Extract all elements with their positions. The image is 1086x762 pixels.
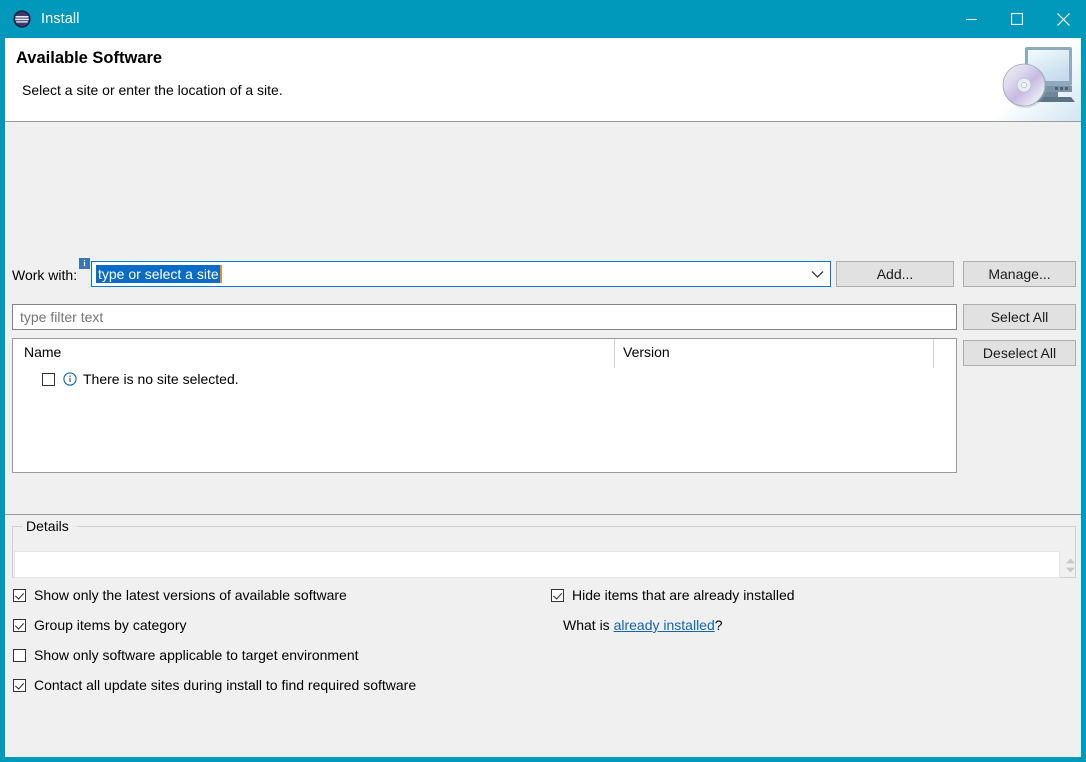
info-circle-icon — [63, 372, 77, 386]
manage-sites-button[interactable]: Manage... — [963, 261, 1076, 287]
window-title: Install — [41, 11, 80, 27]
already-installed-link[interactable]: already installed — [614, 617, 715, 633]
checkbox-label: Show only the latest versions of availab… — [34, 587, 347, 603]
what-is-already-installed: What is already installed? — [563, 617, 723, 633]
filter-placeholder: type filter text — [20, 309, 104, 325]
close-button[interactable] — [1040, 0, 1081, 38]
column-header-version[interactable]: Version — [623, 344, 670, 360]
details-text-area[interactable] — [14, 551, 1060, 578]
details-scroll-stepper[interactable] — [1063, 552, 1077, 578]
checkbox-group-by-category[interactable]: Group items by category — [13, 617, 187, 633]
checkbox-box[interactable] — [13, 648, 26, 662]
checkbox-label: Show only software applicable to target … — [34, 647, 359, 663]
what-is-prefix: What is — [563, 617, 614, 633]
add-site-button[interactable]: Add... — [836, 261, 954, 287]
deselect-all-button[interactable]: Deselect All — [963, 340, 1076, 366]
install-dialog: Install Available Software Select a site… — [0, 0, 1086, 762]
row-checkbox[interactable] — [42, 372, 55, 386]
select-all-button[interactable]: Select All — [963, 304, 1076, 330]
wizard-header: Available Software Select a site or ente… — [5, 38, 1081, 122]
available-software-table[interactable]: Name Version There is no site selected. — [12, 338, 957, 473]
window-controls — [948, 0, 1081, 38]
maximize-button[interactable] — [994, 0, 1040, 38]
details-group-border — [12, 526, 22, 527]
checkbox-box[interactable] — [13, 618, 26, 632]
row-name-text: There is no site selected. — [83, 371, 239, 387]
eclipse-icon — [13, 10, 31, 28]
title-bar: Install — [5, 0, 1081, 38]
checkbox-hide-already-installed[interactable]: Hide items that are already installed — [551, 587, 795, 603]
checkbox-box[interactable] — [13, 588, 26, 602]
checkbox-contact-all-update-sites[interactable]: Contact all update sites during install … — [13, 677, 416, 693]
install-monitor-cd-icon — [995, 38, 1081, 121]
work-with-combo[interactable]: type or select a site — [91, 261, 831, 287]
work-with-label: Work with: — [12, 267, 78, 283]
work-with-input-value[interactable]: type or select a site — [96, 265, 222, 283]
checkbox-box[interactable] — [13, 678, 26, 692]
page-subtitle: Select a site or enter the location of a… — [22, 82, 283, 98]
table-row[interactable]: There is no site selected. — [13, 368, 239, 390]
dialog-body: Work with: i type or select a site Add..… — [5, 122, 1081, 693]
info-badge-icon: i — [79, 258, 90, 269]
filter-input[interactable]: type filter text — [12, 304, 957, 330]
page-title: Available Software — [16, 49, 163, 67]
checkbox-label: Hide items that are already installed — [572, 587, 795, 603]
what-is-suffix: ? — [714, 617, 723, 633]
column-divider[interactable] — [933, 339, 934, 368]
checkbox-label: Group items by category — [34, 617, 187, 633]
checkbox-show-latest-versions[interactable]: Show only the latest versions of availab… — [13, 587, 347, 603]
details-group-border — [77, 526, 1076, 527]
checkbox-box[interactable] — [551, 588, 564, 602]
details-legend: Details — [23, 518, 72, 535]
checkbox-applicable-target-environment[interactable]: Show only software applicable to target … — [13, 647, 359, 663]
minimize-button[interactable] — [948, 0, 994, 38]
column-divider[interactable] — [614, 339, 615, 368]
chevron-down-icon[interactable] — [811, 262, 824, 286]
checkbox-label: Contact all update sites during install … — [34, 677, 417, 693]
details-separator — [5, 514, 1081, 515]
column-header-name[interactable]: Name — [24, 344, 61, 360]
